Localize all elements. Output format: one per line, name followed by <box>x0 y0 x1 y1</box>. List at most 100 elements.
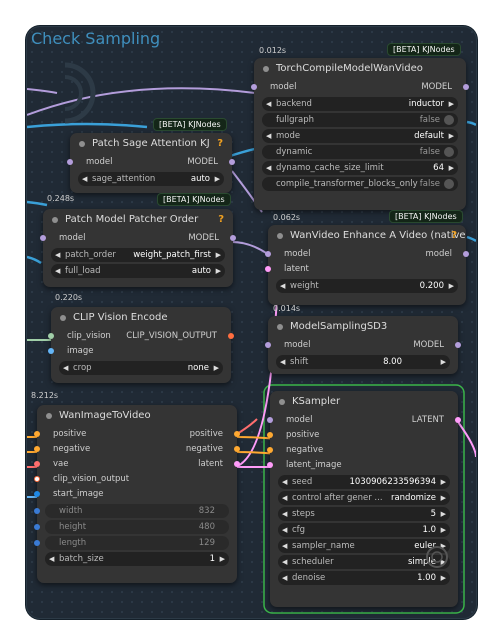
node-title[interactable]: WanVideo Enhance A Video (native)? <box>268 225 466 247</box>
model-input-pin[interactable] <box>251 84 257 90</box>
model-patcher-node[interactable]: Patch Model Patcher Order? model MODEL ◀… <box>40 209 236 287</box>
clip-vision-input-pin[interactable] <box>48 333 54 339</box>
collapse-dot-icon[interactable] <box>277 233 283 239</box>
node-title[interactable]: Patch Model Patcher Order? <box>43 209 233 231</box>
left-arrow-icon[interactable]: ◀ <box>55 264 60 278</box>
left-arrow-icon[interactable]: ◀ <box>282 507 287 521</box>
toggle-knob-icon[interactable] <box>444 115 454 125</box>
right-arrow-icon[interactable]: ▶ <box>441 491 446 505</box>
weight-number[interactable]: ◀ weight 0.200 ▶ <box>276 279 458 293</box>
help-icon[interactable]: ? <box>217 133 223 155</box>
cache-limit-combo[interactable]: ◀ dynamo_cache_size_limit 64 ▶ <box>262 161 458 175</box>
left-arrow-icon[interactable]: ◀ <box>49 552 54 566</box>
right-arrow-icon[interactable]: ▶ <box>449 97 454 111</box>
backend-combo[interactable]: ◀ backend inductor ▶ <box>262 97 458 111</box>
left-arrow-icon[interactable]: ◀ <box>282 555 287 569</box>
collapse-dot-icon[interactable] <box>46 413 52 419</box>
vae-input-pin[interactable] <box>34 461 40 467</box>
sage-attention-combo[interactable]: ◀ sage_attention auto ▶ <box>78 172 224 186</box>
left-arrow-icon[interactable]: ◀ <box>282 539 287 553</box>
latent-input-pin[interactable] <box>265 266 271 272</box>
node-title[interactable]: WanImageToVideo <box>37 405 237 427</box>
model-sampling-sd3-node[interactable]: ModelSamplingSD3 model MODEL ◀ shift 8.00 ▶ <box>265 316 461 374</box>
right-arrow-icon[interactable]: ▶ <box>215 172 220 186</box>
model-input-pin[interactable] <box>267 417 273 423</box>
negative-output-pin[interactable] <box>234 446 240 452</box>
group-title[interactable]: Check Sampling <box>31 29 160 48</box>
right-arrow-icon[interactable]: ▶ <box>216 264 221 278</box>
model-output-pin[interactable] <box>230 235 236 241</box>
left-arrow-icon[interactable]: ◀ <box>63 361 68 375</box>
model-input-pin[interactable] <box>67 159 73 165</box>
node-title[interactable]: Patch Sage Attention KJ? <box>70 133 232 155</box>
torch-compile-node[interactable]: TorchCompileModelWanVideo model MODEL ◀ b… <box>251 58 469 210</box>
batch-size-number[interactable]: ◀ batch_size 1 ▶ <box>45 552 229 566</box>
clip-vision-output-input-pin[interactable] <box>34 476 40 482</box>
left-arrow-icon[interactable]: ◀ <box>282 523 287 537</box>
toggle-knob-icon[interactable] <box>444 179 454 189</box>
left-arrow-icon[interactable]: ◀ <box>282 571 287 585</box>
shift-number[interactable]: ◀ shift 8.00 ▶ <box>276 355 450 369</box>
right-arrow-icon[interactable]: ▶ <box>441 475 446 489</box>
model-input-pin[interactable] <box>265 251 271 257</box>
clip-vision-encode-node[interactable]: CLIP Vision Encode clip_vision CLIP_VISI… <box>48 307 234 383</box>
positive-output-pin[interactable] <box>234 431 240 437</box>
wan-image-to-video-node[interactable]: WanImageToVideo positive positive negati… <box>34 405 240 583</box>
node-title[interactable]: ModelSamplingSD3 <box>268 316 458 338</box>
right-arrow-icon[interactable]: ▶ <box>449 279 454 293</box>
graph-canvas[interactable]: Check Sampling 0.012s [BETA] KJNodes Tor… <box>26 26 477 619</box>
collapse-dot-icon[interactable] <box>52 217 58 223</box>
left-arrow-icon[interactable]: ◀ <box>55 248 60 262</box>
negative-input-pin[interactable] <box>34 446 40 452</box>
fullgraph-toggle[interactable]: fullgraph false <box>262 113 458 127</box>
dynamic-toggle[interactable]: dynamic false <box>262 145 458 159</box>
crop-combo[interactable]: ◀ crop none ▶ <box>59 361 223 375</box>
model-output-pin[interactable] <box>229 159 235 165</box>
seed-number[interactable]: ◀ seed 1030906233596394 ▶ <box>278 475 450 489</box>
left-arrow-icon[interactable]: ◀ <box>266 97 271 111</box>
toggle-knob-icon[interactable] <box>444 147 454 157</box>
left-arrow-icon[interactable]: ◀ <box>266 129 271 143</box>
node-title[interactable]: TorchCompileModelWanVideo <box>254 58 466 80</box>
model-output-pin[interactable] <box>463 84 469 90</box>
negative-input-pin[interactable] <box>267 447 273 453</box>
model-output-pin[interactable] <box>463 251 469 257</box>
patch-order-combo[interactable]: ◀ patch_order weight_patch_first ▶ <box>51 248 225 262</box>
left-arrow-icon[interactable]: ◀ <box>282 475 287 489</box>
right-arrow-icon[interactable]: ▶ <box>449 129 454 143</box>
model-input-pin[interactable] <box>265 342 271 348</box>
model-input-pin[interactable] <box>40 235 46 241</box>
collapse-dot-icon[interactable] <box>263 66 269 72</box>
clip-vision-output-pin[interactable] <box>228 333 234 339</box>
collapse-dot-icon[interactable] <box>60 315 66 321</box>
full-load-combo[interactable]: ◀ full_load auto ▶ <box>51 264 225 278</box>
height-field[interactable]: height 480 <box>34 520 229 534</box>
latent-output-pin[interactable] <box>455 417 461 423</box>
right-arrow-icon[interactable]: ▶ <box>441 571 446 585</box>
left-arrow-icon[interactable]: ◀ <box>280 355 285 369</box>
collapse-dot-icon[interactable] <box>277 324 283 330</box>
ksampler-node[interactable]: KSampler model LATENT positive negative … <box>267 391 461 607</box>
positive-input-pin[interactable] <box>34 431 40 437</box>
mode-combo[interactable]: ◀ mode default ▶ <box>262 129 458 143</box>
latent-image-input-pin[interactable] <box>267 462 273 468</box>
model-output-pin[interactable] <box>455 342 461 348</box>
right-arrow-icon[interactable]: ▶ <box>441 523 446 537</box>
sage-attention-node[interactable]: Patch Sage Attention KJ? model MODEL ◀ sa… <box>67 133 235 193</box>
positive-input-pin[interactable] <box>267 432 273 438</box>
start-image-input-pin[interactable] <box>34 491 40 497</box>
height-input-pin[interactable] <box>34 524 40 530</box>
collapse-dot-icon[interactable] <box>79 141 85 147</box>
left-arrow-icon[interactable]: ◀ <box>282 491 287 505</box>
latent-output-pin[interactable] <box>234 461 240 467</box>
right-arrow-icon[interactable]: ▶ <box>220 552 225 566</box>
right-arrow-icon[interactable]: ▶ <box>441 507 446 521</box>
enhance-video-node[interactable]: WanVideo Enhance A Video (native)? model… <box>265 225 469 305</box>
blocks-only-toggle[interactable]: compile_transformer_blocks_only false <box>262 177 458 191</box>
image-input-pin[interactable] <box>48 348 54 354</box>
length-field[interactable]: length 129 <box>34 536 229 550</box>
help-icon[interactable]: ? <box>218 209 224 231</box>
left-arrow-icon[interactable]: ◀ <box>280 279 285 293</box>
right-arrow-icon[interactable]: ▶ <box>449 161 454 175</box>
node-title[interactable]: KSampler <box>270 391 458 413</box>
